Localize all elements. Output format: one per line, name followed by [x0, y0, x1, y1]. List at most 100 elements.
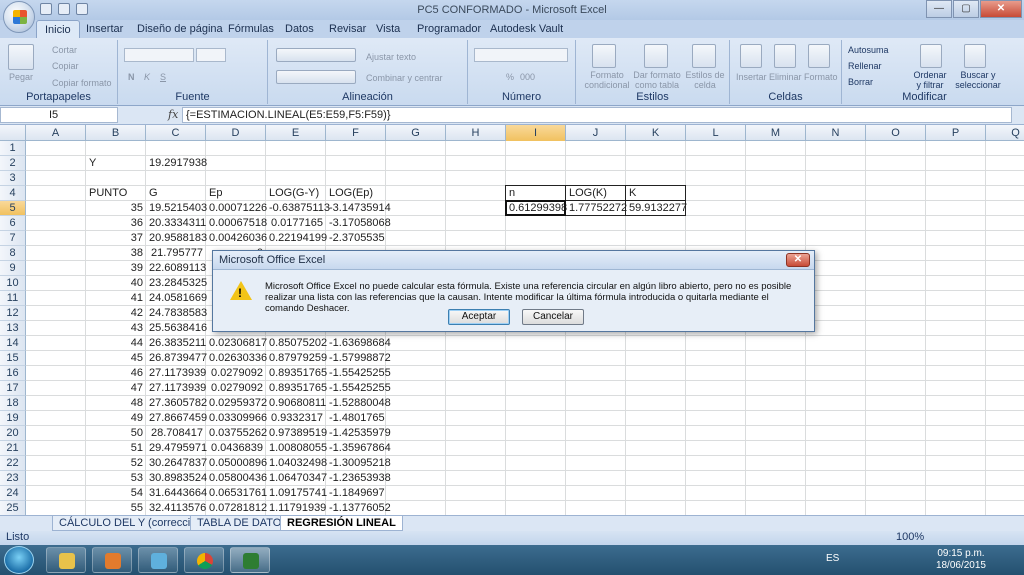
ok-button[interactable]: Aceptar	[448, 309, 510, 325]
tab-revisar[interactable]: Revisar	[329, 23, 366, 35]
cancel-button[interactable]: Cancelar	[522, 309, 584, 325]
format-cells-button[interactable]: Formato	[804, 72, 838, 82]
table-cell[interactable]: 0.0436839	[206, 441, 266, 456]
column-header-a[interactable]: A	[26, 125, 86, 141]
cell-b4[interactable]: PUNTO	[86, 186, 146, 201]
table-cell[interactable]: 0.02959372	[206, 396, 267, 411]
table-cell[interactable]: 52	[86, 456, 146, 471]
find-select-icon[interactable]	[964, 44, 986, 68]
table-cell[interactable]: 0.9332317	[266, 411, 326, 426]
cell-styles-button[interactable]: Estilos de celda	[682, 70, 728, 90]
table-cell[interactable]: -1.52880048	[326, 396, 391, 411]
column-header-n[interactable]: N	[806, 125, 866, 141]
row-header-15[interactable]: 15	[0, 351, 26, 366]
language-indicator[interactable]: ES	[826, 553, 839, 564]
italic-button[interactable]: K	[144, 72, 150, 82]
tab-insertar[interactable]: Insertar	[86, 23, 123, 35]
cell-c4[interactable]: G	[146, 186, 206, 201]
row-header-20[interactable]: 20	[0, 426, 26, 441]
table-cell[interactable]: 0.0177165	[266, 216, 326, 231]
row-header-3[interactable]: 3	[0, 171, 26, 186]
column-header-j[interactable]: J	[566, 125, 626, 141]
table-cell[interactable]: 45	[86, 351, 146, 366]
fill-button[interactable]: Rellenar	[848, 61, 882, 71]
column-header-m[interactable]: M	[746, 125, 806, 141]
table-cell[interactable]: -1.35967864	[326, 441, 391, 456]
underline-button[interactable]: S	[160, 72, 166, 82]
table-cell[interactable]: 0.07281812	[206, 501, 267, 515]
table-cell[interactable]: 0.02630336	[206, 351, 267, 366]
table-cell[interactable]: 0.00426036	[206, 231, 267, 246]
cell-b2[interactable]: Y	[86, 156, 146, 171]
table-cell[interactable]: 27.8667459	[146, 411, 207, 426]
column-header-o[interactable]: O	[866, 125, 926, 141]
close-button[interactable]: ✕	[980, 0, 1022, 18]
table-cell[interactable]: -1.55425255	[326, 381, 391, 396]
table-cell[interactable]: 46	[86, 366, 146, 381]
row-header-12[interactable]: 12	[0, 306, 26, 321]
row-header-23[interactable]: 23	[0, 471, 26, 486]
table-cell[interactable]: 27.3605782	[146, 396, 207, 411]
align-left-icon[interactable]	[276, 70, 356, 84]
table-cell[interactable]: 53	[86, 471, 146, 486]
table-cell[interactable]: 31.6443664	[146, 486, 207, 501]
taskbar-excel[interactable]	[230, 547, 270, 573]
zoom-level[interactable]: 100%	[896, 531, 924, 543]
tab-programador[interactable]: Programador	[417, 23, 481, 35]
copy-button[interactable]: Copiar	[52, 61, 79, 71]
tab-datos[interactable]: Datos	[285, 23, 314, 35]
table-cell[interactable]: 40	[86, 276, 146, 291]
number-format-select[interactable]	[474, 48, 568, 62]
table-cell[interactable]: 47	[86, 381, 146, 396]
row-header-5[interactable]: 5	[0, 201, 26, 216]
table-cell[interactable]: 0.03309966	[206, 411, 267, 426]
table-cell[interactable]: 55	[86, 501, 146, 515]
row-header-13[interactable]: 13	[0, 321, 26, 336]
table-cell[interactable]: -1.63698684	[326, 336, 391, 351]
taskbar-media-player[interactable]	[92, 547, 132, 573]
conditional-format-button[interactable]: Formato condicional	[582, 70, 632, 90]
bold-button[interactable]: N	[128, 72, 135, 82]
row-header-22[interactable]: 22	[0, 456, 26, 471]
align-top-icon[interactable]	[276, 48, 356, 62]
dialog-close-button[interactable]: ✕	[786, 253, 810, 267]
insert-function-icon[interactable]: fx	[168, 108, 178, 121]
column-header-e[interactable]: E	[266, 125, 326, 141]
save-icon[interactable]	[40, 3, 52, 15]
table-cell[interactable]: 0.00071226	[206, 201, 267, 216]
undo-icon[interactable]	[58, 3, 70, 15]
minimize-button[interactable]: —	[926, 0, 952, 18]
table-cell[interactable]: 37	[86, 231, 146, 246]
find-select-button[interactable]: Buscar y seleccionar	[954, 70, 1002, 90]
table-cell[interactable]: 1.04032498	[266, 456, 327, 471]
table-cell[interactable]: 1.00808055	[266, 441, 327, 456]
table-cell[interactable]: 30.2647837	[146, 456, 207, 471]
row-header-8[interactable]: 8	[0, 246, 26, 261]
sort-filter-button[interactable]: Ordenar y filtrar	[910, 70, 950, 90]
row-header-2[interactable]: 2	[0, 156, 26, 171]
table-cell[interactable]: 21.795777	[146, 246, 206, 261]
delete-cells-button[interactable]: Eliminar	[769, 72, 802, 82]
select-all-corner[interactable]	[0, 125, 26, 141]
table-cell[interactable]: 24.7838583	[146, 306, 207, 321]
format-painter-button[interactable]: Copiar formato	[52, 78, 112, 88]
table-cell[interactable]: 38	[86, 246, 146, 261]
table-cell[interactable]: -1.23653938	[326, 471, 391, 486]
table-cell[interactable]: 27.1173939	[146, 366, 206, 381]
sheet-tab-calculo[interactable]: CÁLCULO DEL Y (corrección)	[52, 516, 214, 531]
sheet-tab-regresion[interactable]: REGRESIÓN LINEAL	[280, 516, 403, 531]
table-cell[interactable]: -1.13776052	[326, 501, 391, 515]
taskbar-explorer[interactable]	[46, 547, 86, 573]
format-table-icon[interactable]	[644, 44, 668, 68]
table-cell[interactable]: 41	[86, 291, 146, 306]
row-header-19[interactable]: 19	[0, 411, 26, 426]
tab-inicio[interactable]: Inicio	[36, 20, 80, 39]
column-header-c[interactable]: C	[146, 125, 206, 141]
table-cell[interactable]: 0.89351765	[266, 381, 327, 396]
delete-cells-icon[interactable]	[774, 44, 796, 68]
table-cell[interactable]: 0.87979259	[266, 351, 327, 366]
clock[interactable]: 09:15 p.m. 18/06/2015	[936, 548, 986, 572]
column-header-b[interactable]: B	[86, 125, 146, 141]
table-cell[interactable]: 48	[86, 396, 146, 411]
table-cell[interactable]: 0.05000896	[206, 456, 267, 471]
